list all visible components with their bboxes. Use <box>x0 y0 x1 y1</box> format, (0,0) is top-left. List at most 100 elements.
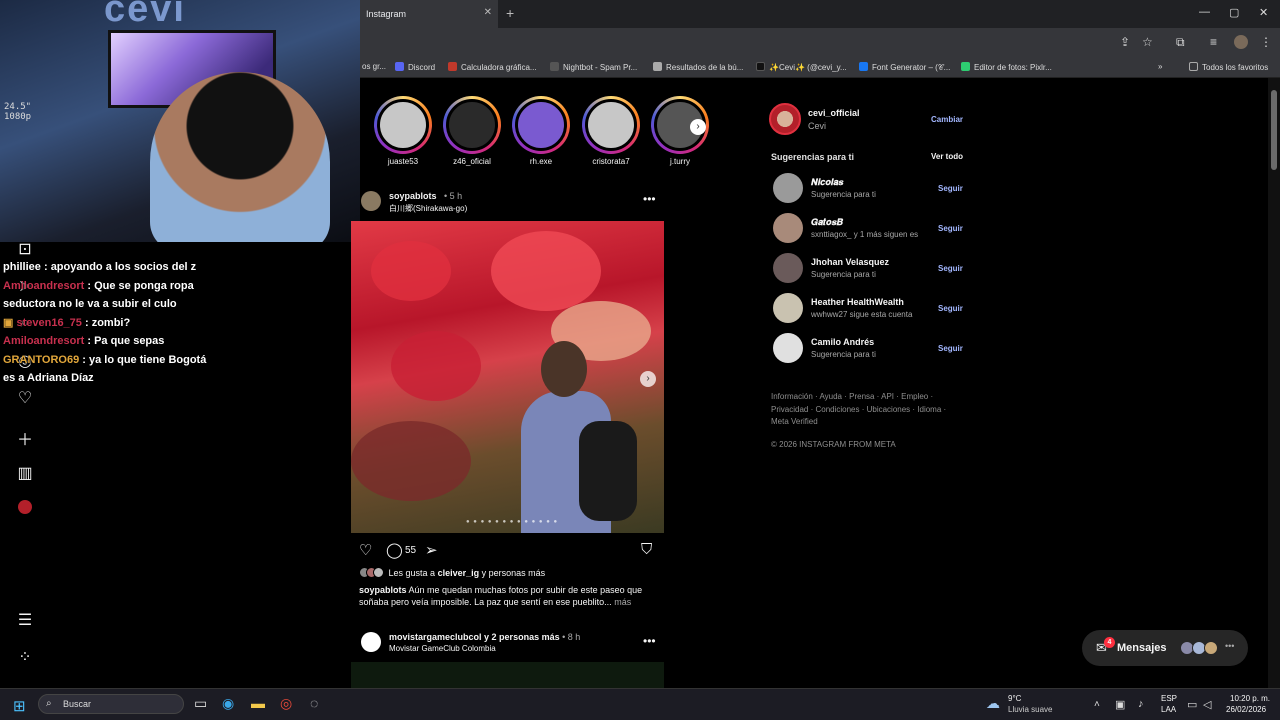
obs-icon[interactable]: ◌ <box>310 695 318 711</box>
post-options-icon[interactable]: ••• <box>643 192 656 206</box>
chrome-icon[interactable]: ◎ <box>280 695 292 712</box>
bookmark-pixlr[interactable]: Editor de fotos: Pixlr... <box>961 62 1052 72</box>
footer-links[interactable]: Información · Ayuda · Prensa · API · Emp… <box>771 391 951 429</box>
save-bookmark-icon[interactable]: ⛉ <box>641 541 652 558</box>
new-tab-button[interactable]: + <box>506 5 514 21</box>
share-icon[interactable]: ➢ <box>425 541 438 559</box>
extensions-icon[interactable]: ⧉ <box>1176 35 1185 50</box>
suggestion-avatar[interactable] <box>773 253 803 283</box>
likes-user-link[interactable]: cleiver_ig <box>438 568 480 578</box>
comment-icon[interactable]: ◯ <box>386 541 403 559</box>
notifications-icon[interactable]: ♡ <box>16 388 34 407</box>
suggestion-row: Camilo Andrés Sugerencia para ti Seguir <box>773 333 963 363</box>
tray-app-icon[interactable]: ▣ <box>1115 698 1125 711</box>
bookmark-item[interactable]: os gr... <box>362 62 386 71</box>
chat-message: Amiloandresort : Que se ponga ropa seduc… <box>3 279 194 311</box>
keyboard-layout[interactable]: LAA <box>1161 705 1176 714</box>
tray-overflow-chevron-icon[interactable]: ˄ <box>1094 699 1100 710</box>
weather-icon[interactable]: ☁ <box>986 695 1000 712</box>
microphone-icon[interactable]: ♪ <box>1138 698 1144 710</box>
suggestion-avatar[interactable] <box>773 173 803 203</box>
follow-button[interactable]: Seguir <box>938 184 963 193</box>
minimize-button[interactable]: — <box>1199 6 1210 18</box>
profile-icon[interactable] <box>18 500 32 514</box>
volume-icon[interactable]: ◁ <box>1203 698 1211 711</box>
caption-more-link[interactable]: más <box>614 597 631 607</box>
footer-copyright: © 2026 INSTAGRAM FROM META <box>771 440 896 449</box>
file-explorer-icon[interactable]: ▬ <box>251 695 265 711</box>
maximize-button[interactable]: ▢ <box>1229 6 1239 19</box>
task-view-icon[interactable]: ▭ <box>194 695 207 712</box>
keyboard-language[interactable]: ESP <box>1161 694 1177 703</box>
apps-icon[interactable]: ⁘ <box>16 647 34 666</box>
switch-account-link[interactable]: Cambiar <box>931 115 963 124</box>
post-image[interactable]: › ● ● ● ● ● ● ● ● ● ● ● ● ● <box>351 221 664 533</box>
follow-button[interactable]: Seguir <box>938 224 963 233</box>
kebab-menu-icon[interactable]: ⋮ <box>1260 35 1272 49</box>
tab-close-icon[interactable]: ✕ <box>484 7 492 18</box>
bookmark-font-generator[interactable]: Font Generator – (𝒞... <box>859 62 950 73</box>
profile-avatar-icon[interactable] <box>1234 35 1248 49</box>
chat-message: ▣ steven16_75 : zombi? <box>3 316 131 329</box>
edge-icon[interactable]: ◉ <box>222 695 234 712</box>
reels-icon[interactable]: ⊡ <box>16 239 34 258</box>
bookmark-tiktok[interactable]: ✨Cevi✨ (@cevi_y... <box>756 62 847 72</box>
next-post-options-icon[interactable]: ••• <box>643 634 656 648</box>
bookmark-nightbot[interactable]: Nightbot - Spam Pr... <box>550 62 637 72</box>
post-author-username[interactable]: soypablots <box>389 191 437 201</box>
suggestion-avatar[interactable] <box>773 213 803 243</box>
page-scrollbar[interactable] <box>1268 78 1280 688</box>
media-control-icon[interactable]: ≡ <box>1210 35 1217 49</box>
bookmark-calculadora[interactable]: Calculadora gráfica... <box>448 62 537 72</box>
bookmark-star-icon[interactable]: ☆ <box>1142 35 1153 49</box>
story-item[interactable]: cristorata7 <box>582 96 640 166</box>
next-post-subtitle[interactable]: Movistar GameClub Colombia <box>389 644 496 653</box>
tab-instagram[interactable]: Instagram ✕ <box>358 0 498 28</box>
like-heart-icon[interactable]: ♡ <box>359 541 372 559</box>
post-location[interactable]: 白川郷(Shirakawa-go) <box>389 203 467 214</box>
next-post-image[interactable] <box>351 662 664 688</box>
follow-button[interactable]: Seguir <box>938 304 963 313</box>
weather-temperature[interactable]: 9°C <box>1008 694 1021 703</box>
weather-description[interactable]: Lluvia suave <box>1008 705 1052 714</box>
network-icon[interactable]: ▭ <box>1187 698 1197 711</box>
story-item[interactable]: juaste53 <box>374 96 432 166</box>
messages-button[interactable]: ✉ 4 Mensajes ••• <box>1082 630 1248 666</box>
clock-date[interactable]: 26/02/2026 <box>1226 705 1266 714</box>
suggestion-row: 𝑵𝒊𝒄𝒐𝒍𝒂𝒔 Sugerencia para ti Seguir <box>773 173 963 203</box>
stories-next-chevron-icon[interactable]: › <box>690 119 706 135</box>
menu-icon[interactable]: ☰ <box>16 610 34 629</box>
bookmark-resultados[interactable]: Resultados de la bú... <box>653 62 743 72</box>
my-username[interactable]: cevi_official <box>808 108 860 118</box>
person-head <box>541 341 587 397</box>
create-icon[interactable]: ＋ <box>16 426 34 449</box>
carousel-next-chevron-icon[interactable]: › <box>640 371 656 387</box>
suggestion-avatar[interactable] <box>773 293 803 323</box>
clock-time[interactable]: 10:20 p. m. <box>1230 694 1270 703</box>
webcam-overlay: cevi 24.5" 1080p <box>0 0 360 242</box>
taskbar-search[interactable]: ⌕ Buscar <box>38 694 184 714</box>
install-app-icon[interactable]: ⇪ <box>1120 35 1130 49</box>
post-time: • 5 h <box>444 191 463 201</box>
carousel-dots: ● ● ● ● ● ● ● ● ● ● ● ● ● <box>466 519 559 525</box>
post-author-avatar[interactable] <box>361 191 381 211</box>
follow-button[interactable]: Seguir <box>938 344 963 353</box>
subscriber-badge-icon: ▣ <box>3 316 14 329</box>
bookmark-discord[interactable]: Discord <box>395 62 435 72</box>
bookmarks-overflow-chevron-icon[interactable]: » <box>1158 62 1162 71</box>
next-post-avatar[interactable] <box>361 632 381 652</box>
story-item[interactable]: rh.exe <box>512 96 570 166</box>
see-all-link[interactable]: Ver todo <box>931 152 963 161</box>
windows-start-icon[interactable]: ⊞ <box>13 697 26 715</box>
bookmark-all-favorites[interactable]: Todos los favoritos <box>1189 62 1268 72</box>
follow-button[interactable]: Seguir <box>938 264 963 273</box>
my-profile-avatar[interactable] <box>769 103 801 135</box>
scrollbar-thumb[interactable] <box>1271 90 1277 170</box>
close-window-button[interactable]: ✕ <box>1259 6 1268 19</box>
suggestion-row: Jhohan Velasquez Sugerencia para ti Segu… <box>773 253 963 283</box>
dashboard-icon[interactable]: ▥ <box>16 463 34 482</box>
facebook-icon <box>859 62 868 71</box>
story-item[interactable]: z46_oficial <box>443 96 501 166</box>
suggestion-avatar[interactable] <box>773 333 803 363</box>
caption-username[interactable]: soypablots <box>359 585 407 595</box>
